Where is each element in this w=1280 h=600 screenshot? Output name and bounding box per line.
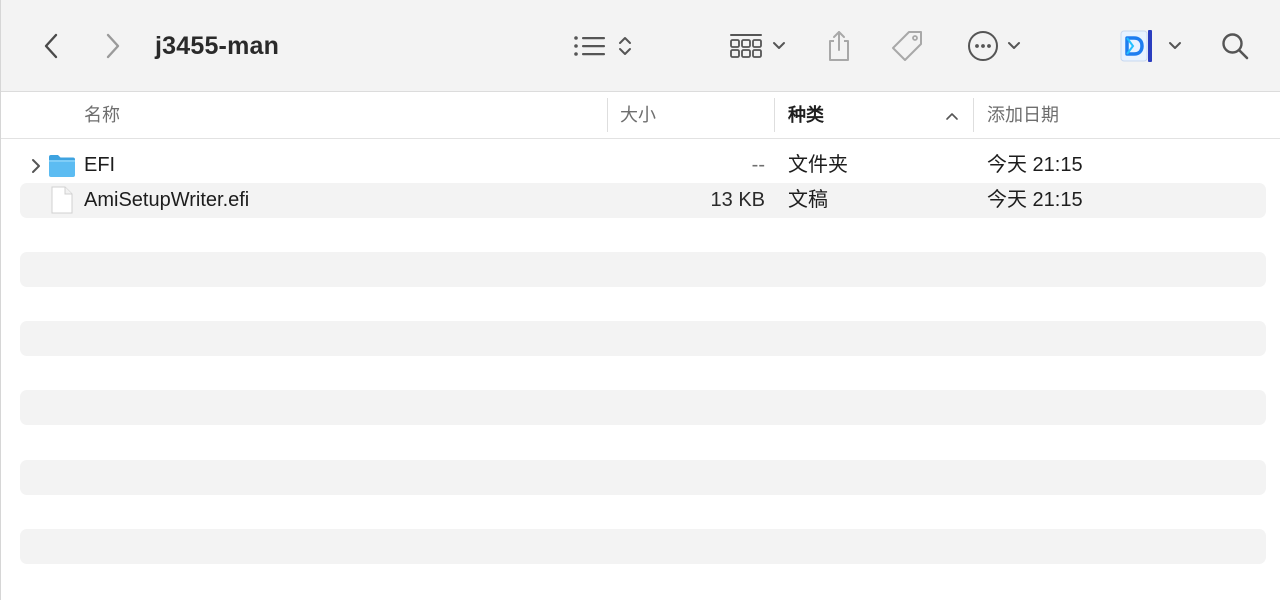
file-size: 13 KB [710, 189, 765, 211]
file-size: -- [751, 154, 765, 176]
column-divider[interactable] [607, 98, 608, 132]
column-date-header[interactable]: 添加日期 [987, 92, 1267, 138]
back-button[interactable] [35, 28, 67, 64]
file-kind: 文件夹 [788, 154, 848, 176]
back-chevron-icon [44, 33, 58, 59]
share-icon [829, 31, 849, 61]
sort-updown-icon [619, 37, 631, 55]
search-icon [1222, 33, 1249, 60]
chevron-down-icon [773, 42, 785, 49]
empty-row [20, 252, 1266, 287]
column-name-header[interactable]: 名称 [84, 92, 604, 138]
file-name: AmiSetupWriter.efi [84, 189, 250, 211]
forward-chevron-icon [106, 33, 120, 59]
more-ellipsis-icon [968, 31, 998, 61]
chevron-down-icon [1008, 42, 1020, 49]
empty-row [20, 321, 1266, 356]
file-name: EFI [84, 154, 116, 176]
empty-row [20, 390, 1266, 425]
search-button[interactable] [1215, 28, 1255, 64]
app-extension-icon [1120, 30, 1152, 62]
tag-button[interactable] [885, 26, 929, 66]
column-divider[interactable] [774, 98, 775, 132]
file-date: 今天 21:15 [987, 154, 1083, 176]
more-button[interactable] [961, 28, 1027, 64]
file-kind: 文稿 [788, 189, 828, 211]
list-view-icon [574, 36, 605, 56]
empty-row [20, 529, 1266, 564]
sort-ascending-icon [946, 113, 958, 120]
forward-button[interactable] [97, 28, 129, 64]
group-grid-icon [730, 34, 762, 58]
folder-icon [49, 155, 75, 177]
column-size-header[interactable]: 大小 [620, 92, 770, 138]
column-kind-header[interactable]: 种类 [788, 92, 938, 138]
share-button[interactable] [821, 26, 857, 66]
column-header: 名称 大小 种类 添加日期 [1, 92, 1280, 139]
app-extension-button[interactable] [1115, 27, 1185, 65]
disclosure-chevron-icon[interactable] [29, 158, 43, 174]
chevron-down-icon [1169, 42, 1181, 49]
file-row[interactable]: AmiSetupWriter.efi 13 KB 文稿 今天 21:15 [20, 183, 1266, 218]
group-button[interactable] [723, 28, 791, 64]
finder-window: j3455-man 名称 大小 种类 添加日期 EFI -- 文件夹 今天 21… [0, 0, 1280, 600]
toolbar: j3455-man [1, 0, 1280, 92]
view-mode-button[interactable] [569, 28, 637, 64]
document-icon [51, 186, 73, 214]
file-date: 今天 21:15 [987, 189, 1083, 211]
column-divider[interactable] [973, 98, 974, 132]
tag-icon [892, 31, 922, 61]
file-row[interactable]: EFI -- 文件夹 今天 21:15 [20, 148, 1266, 183]
empty-row [20, 460, 1266, 495]
window-title: j3455-man [155, 32, 280, 60]
